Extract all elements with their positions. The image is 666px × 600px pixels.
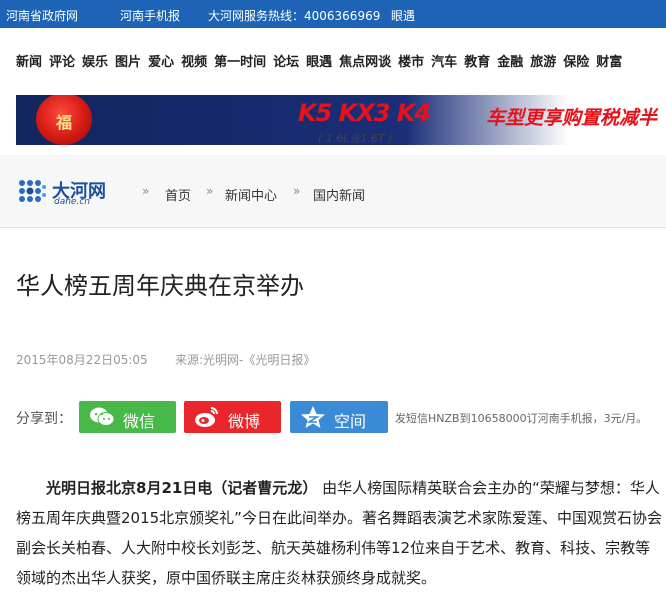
breadcrumb-home[interactable]: 首页 <box>165 185 191 204</box>
banner-note: ( 1.6L含1.6T ) <box>318 132 393 145</box>
wechat-icon <box>90 407 115 426</box>
nav-item-first-time[interactable]: 第一时间 <box>214 55 266 70</box>
lantern-image: 福 <box>36 95 92 145</box>
share-qzone-label: 空间 <box>334 412 367 431</box>
nav-item-auto[interactable]: 汽车 <box>431 55 457 70</box>
nav-item-video[interactable]: 视频 <box>181 55 207 70</box>
nav-item-charity[interactable]: 爱心 <box>148 55 174 70</box>
top-bar: 河南省政府网 河南手机报 大河网服务热线：4006366969 眼遇 <box>0 0 666 28</box>
article-date: 2015年08月22日05:05 <box>16 353 148 367</box>
site-logo[interactable]: 大河网 dahe.cn <box>16 177 116 209</box>
banner-ad[interactable]: 福 K5 KX3 K4 车型更享购置税减半 ( 1.6L含1.6T ) <box>16 95 666 145</box>
nav-item-yanyu[interactable]: 眼遇 <box>306 55 332 70</box>
share-wechat-button[interactable]: 微信 <box>79 401 176 433</box>
top-link-mobile-news[interactable]: 河南手机报 <box>120 7 180 24</box>
main-nav: 新闻 评论 娱乐 图片 爱心 视频 第一时间 论坛 眼遇 焦点网谈 楼市 汽车 教育 金融 旅游 保险 财富 <box>0 36 666 92</box>
chevron-right-icon: » <box>206 184 214 198</box>
nav-item-entertainment[interactable]: 娱乐 <box>82 55 108 70</box>
share-weibo-button[interactable]: 微博 <box>184 401 281 433</box>
star-icon <box>301 406 325 428</box>
banner-title: K5 KX3 K4 <box>298 99 431 127</box>
nav-item-finance[interactable]: 金融 <box>497 55 523 70</box>
article-paragraph: 光明日报北京8月21日电（记者曹元龙） 由华人榜国际精英联合会主办的“荣耀与梦想… <box>16 473 664 593</box>
breadcrumb-news-center[interactable]: 新闻中心 <box>225 185 277 204</box>
top-hotline: 大河网服务热线：4006366969 <box>208 9 381 23</box>
banner-subtitle: 车型更享购置税减半 <box>486 107 658 129</box>
nav-item-comment[interactable]: 评论 <box>49 55 75 70</box>
nav-item-travel[interactable]: 旅游 <box>530 55 556 70</box>
lantern-char: 福 <box>55 113 72 132</box>
nav-item-education[interactable]: 教育 <box>464 55 490 70</box>
article-lead: 光明日报北京8月21日电（记者曹元龙） <box>46 479 318 497</box>
share-qzone-button[interactable]: 空间 <box>290 401 388 433</box>
share-weibo-label: 微博 <box>228 412 261 431</box>
top-link-yanyu[interactable]: 眼遇 <box>391 7 415 24</box>
article-source: 来源:光明网-《光明日报》 <box>175 353 316 367</box>
nav-item-property[interactable]: 楼市 <box>398 55 424 70</box>
top-link-gov[interactable]: 河南省政府网 <box>6 7 78 24</box>
nav-item-insurance[interactable]: 保险 <box>563 55 589 70</box>
weibo-icon <box>195 407 218 427</box>
chevron-right-icon: » <box>142 184 150 198</box>
nav-item-wealth[interactable]: 财富 <box>596 55 622 70</box>
nav-item-news[interactable]: 新闻 <box>16 55 42 70</box>
share-wechat-label: 微信 <box>123 412 156 431</box>
breadcrumb-bar: 大河网 dahe.cn » 首页 » 新闻中心 » 国内新闻 <box>0 155 666 228</box>
breadcrumb-domestic-news[interactable]: 国内新闻 <box>313 185 365 204</box>
chevron-right-icon: » <box>293 184 301 198</box>
logo-domain: dahe.cn <box>54 197 90 207</box>
sms-subscribe-text: 发短信HNZB到10658000订河南手机报，3元/月。 <box>395 412 648 425</box>
logo-icon <box>19 180 46 202</box>
share-label: 分享到： <box>16 411 72 427</box>
article-title: 华人榜五周年庆典在京举办 <box>16 272 304 300</box>
nav-item-pictures[interactable]: 图片 <box>115 55 141 70</box>
nav-item-focus-talk[interactable]: 焦点网谈 <box>339 55 391 70</box>
nav-list: 新闻 评论 娱乐 图片 爱心 视频 第一时间 论坛 眼遇 焦点网谈 楼市 汽车 教育 金融 旅游 保险 财富 <box>16 51 629 70</box>
nav-item-forum[interactable]: 论坛 <box>273 55 299 70</box>
